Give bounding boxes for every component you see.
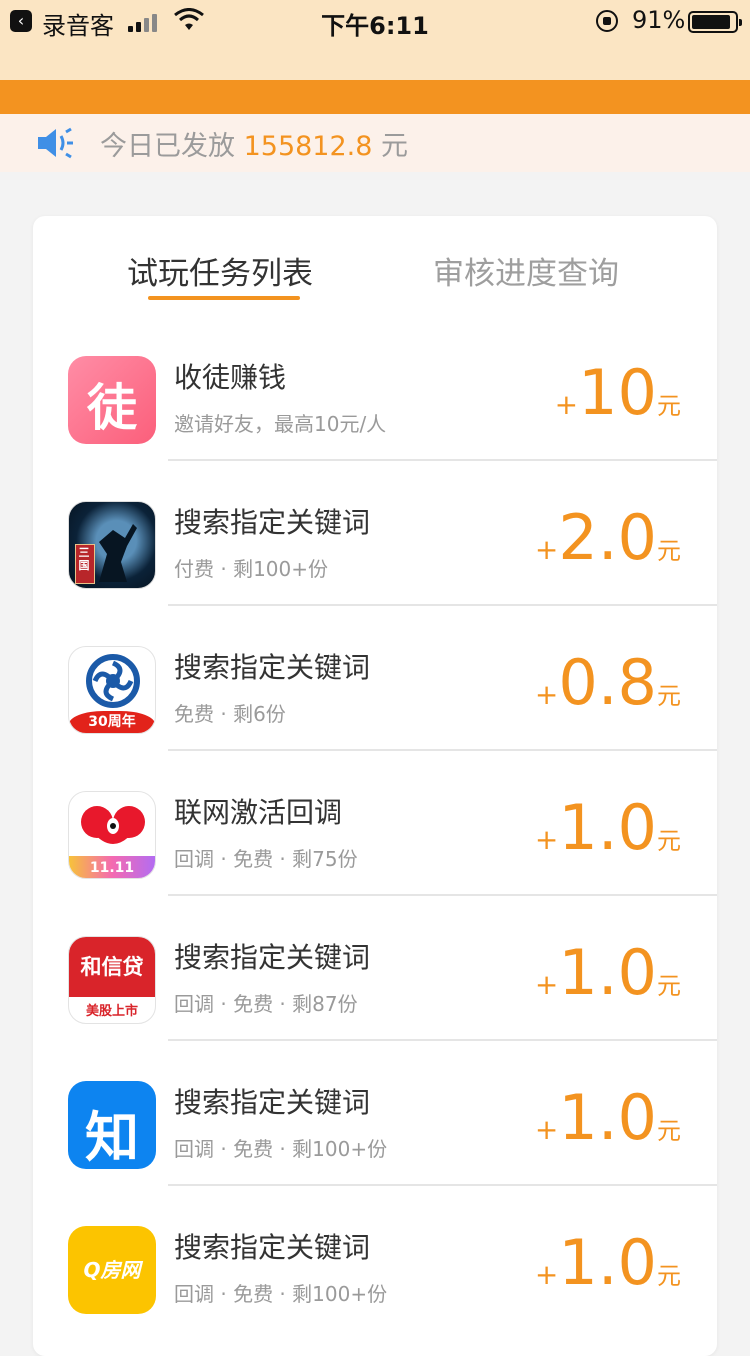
reward-plus: + bbox=[534, 968, 559, 1001]
header-band bbox=[0, 44, 750, 80]
task-reward: +2.0元 bbox=[535, 501, 681, 581]
task-item[interactable]: 30周年 搜索指定关键词 免费 · 剩6份 +0.8元 bbox=[33, 606, 717, 751]
reward-plus: + bbox=[534, 1258, 559, 1291]
task-subtitle: 回调 · 免费 · 剩75份 bbox=[174, 847, 358, 871]
icon-text: 徒 bbox=[87, 379, 137, 437]
announcement-amount: 155812.8 bbox=[243, 131, 373, 162]
task-item[interactable]: 11.11 联网激活回调 回调 · 免费 · 剩75份 +1.0元 bbox=[33, 751, 717, 896]
reward-unit: 元 bbox=[657, 1262, 681, 1290]
reward-amount: 10 bbox=[578, 356, 657, 429]
icon-text: 三国 bbox=[78, 546, 90, 572]
orange-banner bbox=[0, 80, 750, 114]
tab-task-list[interactable]: 试玩任务列表 bbox=[127, 248, 313, 293]
task-subtitle: 回调 · 免费 · 剩87份 bbox=[174, 992, 358, 1016]
task-title: 联网激活回调 bbox=[174, 796, 343, 829]
task-title: 搜索指定关键词 bbox=[174, 1231, 371, 1264]
zhihu-icon: 知 bbox=[68, 1081, 156, 1169]
reward-unit: 元 bbox=[657, 972, 681, 1000]
task-title: 收徒赚钱 bbox=[174, 361, 287, 394]
qfang-icon: Q房网 bbox=[68, 1226, 156, 1314]
announcement-bar: 今日已发放 155812.8 元 bbox=[0, 114, 750, 172]
reward-plus: + bbox=[534, 1113, 559, 1146]
task-title: 搜索指定关键词 bbox=[174, 506, 371, 539]
icon-text: 和信贷 bbox=[80, 955, 144, 979]
announcement-text: 今日已发放 155812.8 元 bbox=[100, 124, 408, 163]
task-title: 搜索指定关键词 bbox=[174, 941, 371, 974]
task-reward: +1.0元 bbox=[535, 936, 681, 1016]
reward-amount: 2.0 bbox=[558, 501, 657, 574]
tu-apprentice-icon: 徒 bbox=[68, 356, 156, 444]
battery-fill bbox=[692, 15, 730, 29]
bank-30th-anniversary-icon: 30周年 bbox=[68, 646, 156, 734]
bank-logo bbox=[86, 654, 140, 708]
icon-text: 知 bbox=[85, 1106, 139, 1169]
announcement-suffix: 元 bbox=[381, 131, 409, 162]
task-item[interactable]: 知 搜索指定关键词 回调 · 免费 · 剩100+份 +1.0元 bbox=[33, 1041, 717, 1186]
tab-review-progress[interactable]: 审核进度查询 bbox=[433, 248, 619, 293]
icon-text: 11.11 bbox=[89, 860, 135, 876]
task-reward: +1.0元 bbox=[535, 1081, 681, 1161]
task-card: 试玩任务列表 审核进度查询 徒 收徒赚钱 邀请好友，最高10元/人 +10元 三… bbox=[33, 216, 717, 1356]
task-subtitle: 回调 · 免费 · 剩100+份 bbox=[174, 1137, 388, 1161]
reward-plus: + bbox=[534, 823, 559, 856]
icon-subtext: 美股上市 bbox=[85, 1004, 138, 1019]
reward-amount: 1.0 bbox=[558, 936, 657, 1009]
reward-unit: 元 bbox=[657, 1117, 681, 1145]
task-subtitle: 付费 · 剩100+份 bbox=[174, 557, 329, 581]
task-item[interactable]: 和信贷 美股上市 搜索指定关键词 回调 · 免费 · 剩87份 +1.0元 bbox=[33, 896, 717, 1041]
task-reward: +10元 bbox=[555, 356, 681, 436]
icon-text: 30周年 bbox=[88, 714, 136, 730]
reward-amount: 1.0 bbox=[558, 1226, 657, 1299]
battery-percentage: 91% bbox=[632, 6, 686, 34]
reward-amount: 0.8 bbox=[558, 646, 657, 719]
active-tab-indicator bbox=[148, 296, 300, 300]
reward-unit: 元 bbox=[657, 537, 681, 565]
reward-amount: 1.0 bbox=[558, 791, 657, 864]
reward-plus: + bbox=[534, 678, 559, 711]
reward-plus: + bbox=[534, 533, 559, 566]
status-bar: ‹ 录音客 下午6:11 91% bbox=[0, 0, 750, 44]
task-item[interactable]: 徒 收徒赚钱 邀请好友，最高10元/人 +10元 bbox=[33, 316, 717, 461]
reward-unit: 元 bbox=[657, 392, 681, 420]
task-reward: +1.0元 bbox=[535, 791, 681, 871]
koala-11-11-icon: 11.11 bbox=[68, 791, 156, 879]
task-subtitle: 回调 · 免费 · 剩100+份 bbox=[174, 1282, 388, 1306]
reward-unit: 元 bbox=[657, 682, 681, 710]
task-subtitle: 免费 · 剩6份 bbox=[174, 702, 286, 726]
task-item[interactable]: Q房网 搜索指定关键词 回调 · 免费 · 剩100+份 +1.0元 bbox=[33, 1186, 717, 1331]
hexindai-icon: 和信贷 美股上市 bbox=[68, 936, 156, 1024]
koala-logo bbox=[81, 806, 145, 844]
task-title: 搜索指定关键词 bbox=[174, 1086, 371, 1119]
task-reward: +0.8元 bbox=[535, 646, 681, 726]
battery-icon bbox=[688, 11, 742, 33]
rotation-lock-icon bbox=[596, 10, 618, 32]
task-reward: +1.0元 bbox=[535, 1226, 681, 1306]
reward-plus: + bbox=[554, 388, 579, 421]
task-item[interactable]: 三国 搜索指定关键词 付费 · 剩100+份 +2.0元 bbox=[33, 461, 717, 606]
reward-amount: 1.0 bbox=[558, 1081, 657, 1154]
task-title: 搜索指定关键词 bbox=[174, 651, 371, 684]
announcement-prefix: 今日已发放 bbox=[100, 131, 235, 162]
speaker-icon bbox=[38, 127, 73, 159]
reward-unit: 元 bbox=[657, 827, 681, 855]
icon-text: Q房网 bbox=[83, 1258, 141, 1282]
three-kingdoms-game-icon: 三国 bbox=[68, 501, 156, 589]
task-subtitle: 邀请好友，最高10元/人 bbox=[174, 412, 387, 436]
